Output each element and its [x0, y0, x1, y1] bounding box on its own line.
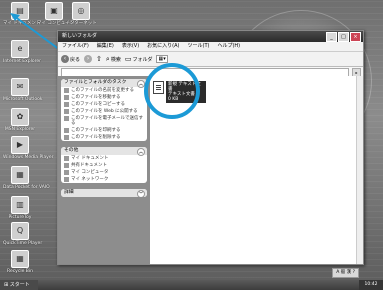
task-icon [64, 88, 69, 93]
start-label: スタート [9, 282, 30, 288]
file-tasks-header[interactable]: ファイルとフォルダのタスク ︽ [61, 79, 147, 88]
task-icon [64, 116, 69, 121]
file-tasks-panel: ファイルとフォルダのタスク ︽ このファイルの名前を変更する このファイルを移動す… [61, 79, 147, 141]
task-icon [64, 163, 69, 168]
task-icon [64, 177, 69, 182]
folders-button[interactable]: ▭ フォルダ [125, 55, 153, 63]
task-icon [64, 128, 69, 133]
menu-bar: ファイル(F) 編集(E) 表示(V) お気に入り(A) ツール(T) ヘルプ(… [58, 42, 363, 52]
other-places-list: マイ ドキュメント 共有ドキュメント マイ コンピュータ マイ ネットワーク [61, 155, 147, 183]
task-label: このファイルをコピーする [71, 102, 125, 107]
task-icon [64, 170, 69, 175]
task-icon [64, 156, 69, 161]
back-button[interactable]: ‹ 戻る [61, 55, 80, 63]
task-icon [64, 135, 69, 140]
task-label: 共有ドキュメント [71, 163, 107, 168]
forward-button[interactable]: › [84, 55, 93, 63]
up-folder-button[interactable]: ⇧ [96, 55, 102, 63]
menu-edit[interactable]: 編集(E) [97, 42, 114, 51]
back-arrow-icon: ‹ [61, 55, 69, 63]
menu-view[interactable]: 表示(V) [122, 42, 139, 51]
vertical-scrollbar[interactable] [356, 76, 363, 264]
details-panel: 詳細 ︾ [61, 189, 147, 197]
up-folder-icon: ⇧ [96, 55, 102, 63]
task-icon [64, 109, 69, 114]
task-pane: ファイルとフォルダのタスク ︽ このファイルの名前を変更する このファイルを移動す… [58, 76, 150, 264]
system-tray: 10:42 [359, 280, 383, 290]
other-place-link[interactable]: 共有ドキュメント [61, 162, 147, 169]
details-title: 詳細 [64, 190, 74, 195]
file-task-link[interactable]: このファイルを電子メールで送信する [61, 115, 147, 127]
search-label: 検索 [110, 56, 121, 63]
file-task-link[interactable]: このファイルをコピーする [61, 101, 147, 108]
highlight-circle [144, 63, 200, 119]
task-label: このファイルを Web に公開する [71, 109, 138, 114]
folders-label: フォルダ [132, 56, 153, 63]
search-icon: ⌕ [105, 54, 110, 63]
views-button[interactable]: ▦▾ [156, 55, 168, 63]
close-button[interactable]: × [350, 32, 361, 42]
forward-arrow-icon: › [84, 55, 93, 63]
menu-favorites[interactable]: お気に入り(A) [147, 42, 179, 51]
file-task-link[interactable]: このファイルを移動する [61, 94, 147, 101]
file-task-link[interactable]: このファイルを印刷する [61, 127, 147, 134]
task-label: マイ ドキュメント [71, 156, 109, 161]
file-tasks-title: ファイルとフォルダのタスク [64, 80, 127, 85]
task-label: このファイルを移動する [71, 95, 121, 100]
views-icon: ▦▾ [158, 56, 166, 62]
start-button[interactable]: ⊞ スタート [0, 280, 38, 290]
task-label: このファイルの名前を変更する [71, 88, 134, 93]
minimize-button[interactable]: _ [326, 32, 337, 42]
clock[interactable]: 10:42 [365, 282, 378, 287]
language-bar[interactable]: A 般 漢 ? [332, 268, 359, 278]
maximize-button[interactable]: □ [338, 32, 349, 42]
folders-icon: ▭ [124, 55, 132, 63]
other-places-panel: その他 ︽ マイ ドキュメント 共有ドキュメント マイ コンピュータ マイ ネットワー… [61, 147, 147, 183]
task-icon [64, 95, 69, 100]
file-tasks-list: このファイルの名前を変更する このファイルを移動する このファイルをコピーする このフ… [61, 87, 147, 141]
menu-help[interactable]: ヘルプ(H) [217, 42, 240, 51]
window-title: 新しいフォルダ [62, 33, 98, 39]
other-place-link[interactable]: マイ ネットワーク [61, 176, 147, 183]
task-icon [64, 102, 69, 107]
task-label: マイ コンピュータ [71, 170, 109, 175]
task-label: このファイルを印刷する [71, 128, 121, 133]
menu-file[interactable]: ファイル(F) [62, 42, 89, 51]
window-titlebar[interactable]: 新しいフォルダ _ □ × [58, 31, 363, 42]
task-label: このファイルを電子メールで送信する [71, 116, 143, 126]
taskbar: A 般 漢 ? ⊞ スタート 10:42 [0, 268, 383, 290]
other-place-link[interactable]: マイ ドキュメント [61, 155, 147, 162]
other-places-title: その他 [64, 148, 79, 153]
explorer-window: 新しいフォルダ _ □ × ファイル(F) 編集(E) 表示(V) お気に入り(… [57, 30, 364, 265]
windows-logo-icon: ⊞ [4, 282, 9, 288]
file-task-link[interactable]: このファイルの名前を変更する [61, 87, 147, 94]
collapse-chevron-icon[interactable]: ︽ [137, 148, 145, 156]
other-place-link[interactable]: マイ コンピュータ [61, 169, 147, 176]
file-task-link[interactable]: このファイルを Web に公開する [61, 108, 147, 115]
file-task-link[interactable]: このファイルを削除する [61, 134, 147, 141]
task-label: マイ ネットワーク [71, 177, 109, 182]
back-label: 戻る [70, 56, 81, 63]
other-places-header[interactable]: その他 ︽ [61, 147, 147, 156]
toolbar: ‹ 戻る › ⇧ ⌕ 検索 ▭ フォルダ ▦▾ [58, 52, 363, 67]
search-button[interactable]: ⌕ 検索 [106, 55, 121, 64]
expand-chevron-icon[interactable]: ︾ [137, 190, 145, 197]
details-header[interactable]: 詳細 ︾ [61, 189, 147, 197]
task-label: このファイルを削除する [71, 135, 121, 140]
menu-tools[interactable]: ツール(T) [188, 42, 210, 51]
